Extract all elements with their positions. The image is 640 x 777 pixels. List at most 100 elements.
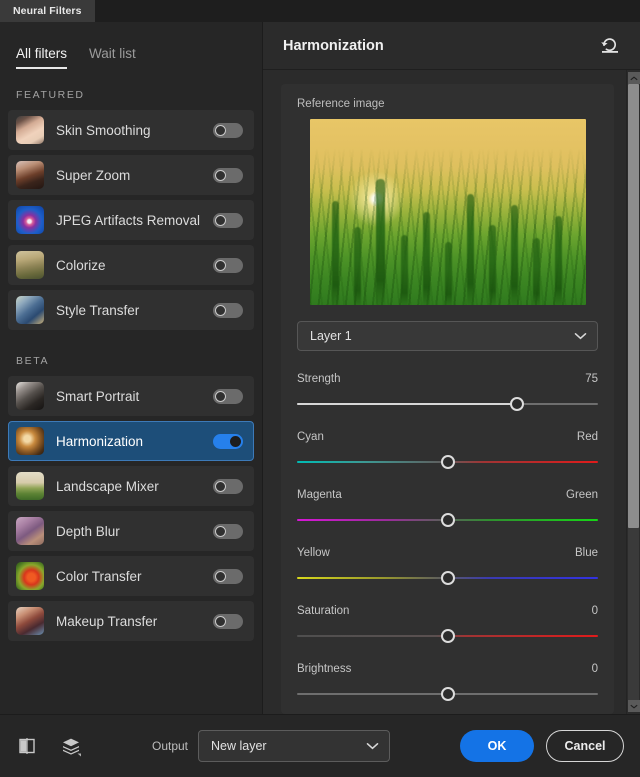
slider-value: 75 bbox=[585, 373, 598, 385]
slider-magenta-green: Magenta Green bbox=[297, 489, 598, 527]
filter-toggle-skin-smoothing[interactable] bbox=[213, 122, 243, 138]
filter-label: Super Zoom bbox=[56, 167, 131, 183]
filter-toggle-style-transfer[interactable] bbox=[213, 302, 243, 318]
settings-card: Reference image Layer 1 Strength 75 Cyan… bbox=[281, 84, 614, 714]
filters-sidebar: All filters Wait list FEATURED Skin Smoo… bbox=[0, 22, 263, 714]
slider-left-label: Saturation bbox=[297, 605, 350, 617]
cancel-button[interactable]: Cancel bbox=[546, 730, 624, 762]
layer-select-value: Layer 1 bbox=[310, 329, 352, 343]
purple-blur-thumb bbox=[16, 517, 44, 545]
output-select-value: New layer bbox=[211, 739, 267, 753]
filter-toggle-jpeg-artifacts-removal[interactable] bbox=[213, 212, 243, 228]
reset-arrow-icon[interactable] bbox=[600, 37, 620, 55]
filter-label: Harmonization bbox=[56, 433, 144, 449]
slider-handle-cyan-red[interactable] bbox=[440, 455, 455, 469]
filter-label: Depth Blur bbox=[56, 523, 120, 539]
filter-row-style-transfer[interactable]: Style Transfer bbox=[8, 290, 254, 330]
settings-scrollbar[interactable] bbox=[626, 70, 640, 714]
tab-all-filters[interactable]: All filters bbox=[16, 46, 68, 69]
filter-row-smart-portrait[interactable]: Smart Portrait bbox=[8, 376, 254, 416]
slider-value: 0 bbox=[591, 605, 598, 617]
filter-row-landscape-mixer[interactable]: Landscape Mixer bbox=[8, 466, 254, 506]
filter-label: Landscape Mixer bbox=[56, 478, 159, 494]
filter-toggle-harmonization[interactable] bbox=[213, 433, 243, 449]
slider-left-label: Yellow bbox=[297, 547, 330, 559]
filter-label: Colorize bbox=[56, 257, 106, 273]
filter-toggle-super-zoom[interactable] bbox=[213, 167, 243, 183]
filters-list: FEATURED Skin Smoothing Super Zoom JPEG … bbox=[0, 69, 262, 714]
split-preview-icon[interactable] bbox=[16, 735, 38, 757]
chevron-down-icon bbox=[366, 743, 379, 750]
settings-scroll-area: Reference image Layer 1 Strength 75 Cyan… bbox=[263, 70, 626, 714]
slider-right-label: Green bbox=[566, 489, 598, 501]
settings-header: Harmonization bbox=[263, 22, 640, 70]
page-title: Harmonization bbox=[283, 37, 384, 54]
filter-label: Makeup Transfer bbox=[56, 613, 158, 629]
slider-handle-strength[interactable] bbox=[509, 397, 524, 411]
ok-button[interactable]: OK bbox=[460, 730, 534, 762]
wheat-stalks bbox=[310, 119, 586, 305]
filter-toggle-color-transfer[interactable] bbox=[213, 568, 243, 584]
slider-left-label: Brightness bbox=[297, 663, 352, 675]
bw-portrait-thumb bbox=[16, 382, 44, 410]
tab-wait-list[interactable]: Wait list bbox=[89, 46, 136, 69]
filter-row-skin-smoothing[interactable]: Skin Smoothing bbox=[8, 110, 254, 150]
slider-yellow-blue: Yellow Blue bbox=[297, 547, 598, 585]
footer-icon-group bbox=[16, 735, 82, 757]
filter-label: Skin Smoothing bbox=[56, 122, 151, 138]
slider-handle-brightness[interactable] bbox=[440, 687, 455, 701]
filter-row-harmonization[interactable]: Harmonization bbox=[8, 421, 254, 461]
dialog-body: All filters Wait list FEATURED Skin Smoo… bbox=[0, 22, 640, 714]
filter-row-color-transfer[interactable]: Color Transfer bbox=[8, 556, 254, 596]
slider-handle-saturation[interactable] bbox=[440, 629, 455, 643]
scroll-up-arrow-icon[interactable] bbox=[627, 72, 640, 84]
filter-row-super-zoom[interactable]: Super Zoom bbox=[8, 155, 254, 195]
sepia-photo-thumb bbox=[16, 251, 44, 279]
scrollbar-gutter[interactable] bbox=[628, 84, 639, 700]
panel-tabstrip: Neural Filters bbox=[0, 0, 640, 22]
landscape-field-thumb bbox=[16, 472, 44, 500]
slider-right-label: Red bbox=[576, 431, 598, 443]
output-select[interactable]: New layer bbox=[198, 730, 391, 762]
group-label-beta: BETA bbox=[16, 355, 50, 367]
slider-left-label: Magenta bbox=[297, 489, 342, 501]
filter-label: Smart Portrait bbox=[56, 388, 140, 404]
settings-body: Reference image Layer 1 Strength 75 Cyan… bbox=[263, 70, 640, 714]
filter-row-jpeg-artifacts-removal[interactable]: JPEG Artifacts Removal bbox=[8, 200, 254, 240]
panel-tab-neural-filters[interactable]: Neural Filters bbox=[0, 0, 95, 22]
scrollbar-thumb[interactable] bbox=[628, 84, 639, 528]
output-group: Output New layer bbox=[82, 730, 460, 762]
filter-row-depth-blur[interactable]: Depth Blur bbox=[8, 511, 254, 551]
filter-label: Style Transfer bbox=[56, 302, 140, 318]
filter-row-colorize[interactable]: Colorize bbox=[8, 245, 254, 285]
painting-style-thumb bbox=[16, 296, 44, 324]
slider-cyan-red: Cyan Red bbox=[297, 431, 598, 469]
face-closeup-thumb bbox=[16, 116, 44, 144]
filter-row-makeup-transfer[interactable]: Makeup Transfer bbox=[8, 601, 254, 641]
fruit-color-thumb bbox=[16, 562, 44, 590]
footer-buttons: OK Cancel bbox=[460, 730, 624, 762]
filter-toggle-landscape-mixer[interactable] bbox=[213, 478, 243, 494]
filter-toggle-smart-portrait[interactable] bbox=[213, 388, 243, 404]
slider-brightness: Brightness 0 bbox=[297, 663, 598, 701]
reference-image-label: Reference image bbox=[297, 98, 385, 110]
reference-image-preview[interactable] bbox=[309, 119, 586, 305]
blue-gem-thumb bbox=[16, 206, 44, 234]
layer-select[interactable]: Layer 1 bbox=[297, 321, 598, 351]
slider-value: 0 bbox=[591, 663, 598, 675]
filter-tabs: All filters Wait list bbox=[0, 22, 262, 69]
scroll-down-arrow-icon[interactable] bbox=[627, 700, 640, 712]
filter-toggle-depth-blur[interactable] bbox=[213, 523, 243, 539]
slider-left-label: Cyan bbox=[297, 431, 324, 443]
filter-toggle-makeup-transfer[interactable] bbox=[213, 613, 243, 629]
filter-toggle-colorize[interactable] bbox=[213, 257, 243, 273]
layers-stack-icon[interactable] bbox=[60, 735, 82, 757]
makeup-face-thumb bbox=[16, 607, 44, 635]
chevron-down-icon bbox=[574, 333, 587, 340]
slider-handle-yellow-blue[interactable] bbox=[440, 571, 455, 585]
slider-handle-magenta-green[interactable] bbox=[440, 513, 455, 527]
group-label-featured: FEATURED bbox=[16, 89, 85, 101]
slider-left-label: Strength bbox=[297, 373, 341, 385]
slider-saturation: Saturation 0 bbox=[297, 605, 598, 643]
filter-label: JPEG Artifacts Removal bbox=[56, 212, 201, 228]
